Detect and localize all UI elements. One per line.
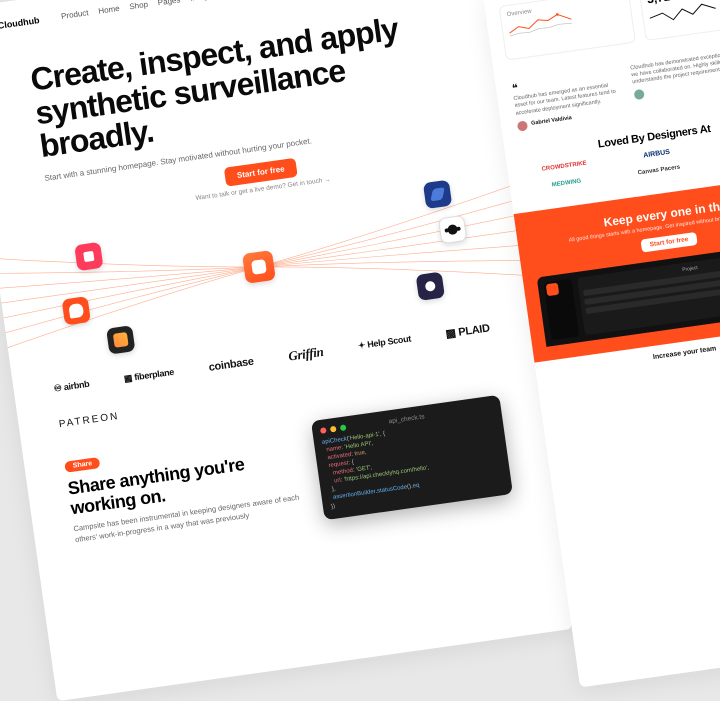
avatar-icon (517, 120, 528, 131)
avatar-icon (633, 89, 644, 100)
logo-griffin: Griffin (287, 344, 324, 365)
overview-chart-card: Overview (499, 0, 636, 61)
logo-helpscout: ✦ Help Scout (357, 334, 411, 352)
integration-chip-icon (74, 242, 103, 271)
keep-start-button[interactable]: Start for free (641, 232, 697, 253)
code-window: api_check.ts apiCheck('Hello-api-1', { n… (311, 395, 513, 520)
dashboard-preview: Project (537, 239, 720, 346)
testimonial-author: Gabriel Valdivia (531, 115, 573, 128)
nav-shop[interactable]: Shop (129, 0, 149, 11)
nav-home[interactable]: Home (98, 4, 120, 16)
metric-card: 3,729 (638, 0, 720, 41)
testimonial-card: Cloudhub has demonstrated exceptional wo… (630, 45, 720, 115)
integration-chip-icon (62, 296, 91, 325)
brand-logo[interactable]: Cloudhub (0, 15, 40, 33)
integration-chip-icon (416, 271, 445, 300)
integration-chip-icon (438, 215, 467, 244)
share-section-pill: Share (64, 457, 101, 473)
center-app-icon (242, 250, 276, 284)
main-landing-page: Cloudhub Product Home Shop Pages Integra… (0, 0, 572, 701)
sidebar-app-icon (546, 282, 560, 296)
metric-sparkline-icon (648, 0, 717, 28)
dashboard-main: Project (577, 246, 720, 335)
logo-fiberplane: ▦ fiberplane (123, 367, 174, 385)
integration-chip-icon (106, 325, 135, 354)
dashboard-sidebar (543, 278, 579, 339)
brand-name: Cloudhub (0, 15, 40, 31)
logo-plaid: ▩ PLAID (445, 322, 491, 341)
nav-integrations[interactable]: Integrations (190, 0, 233, 3)
testimonial-card: ❝ Cloudhub has emerged as an essential a… (511, 67, 627, 132)
integration-chip-icon (423, 179, 452, 208)
keep-everyone-section: Keep every one in the All good things st… (514, 172, 720, 362)
logo-coinbase: coinbase (208, 355, 255, 373)
logo-airbnb: ♾ airbnb (53, 379, 90, 395)
nav-product[interactable]: Product (61, 8, 90, 21)
nav-pages[interactable]: Pages (157, 0, 181, 7)
